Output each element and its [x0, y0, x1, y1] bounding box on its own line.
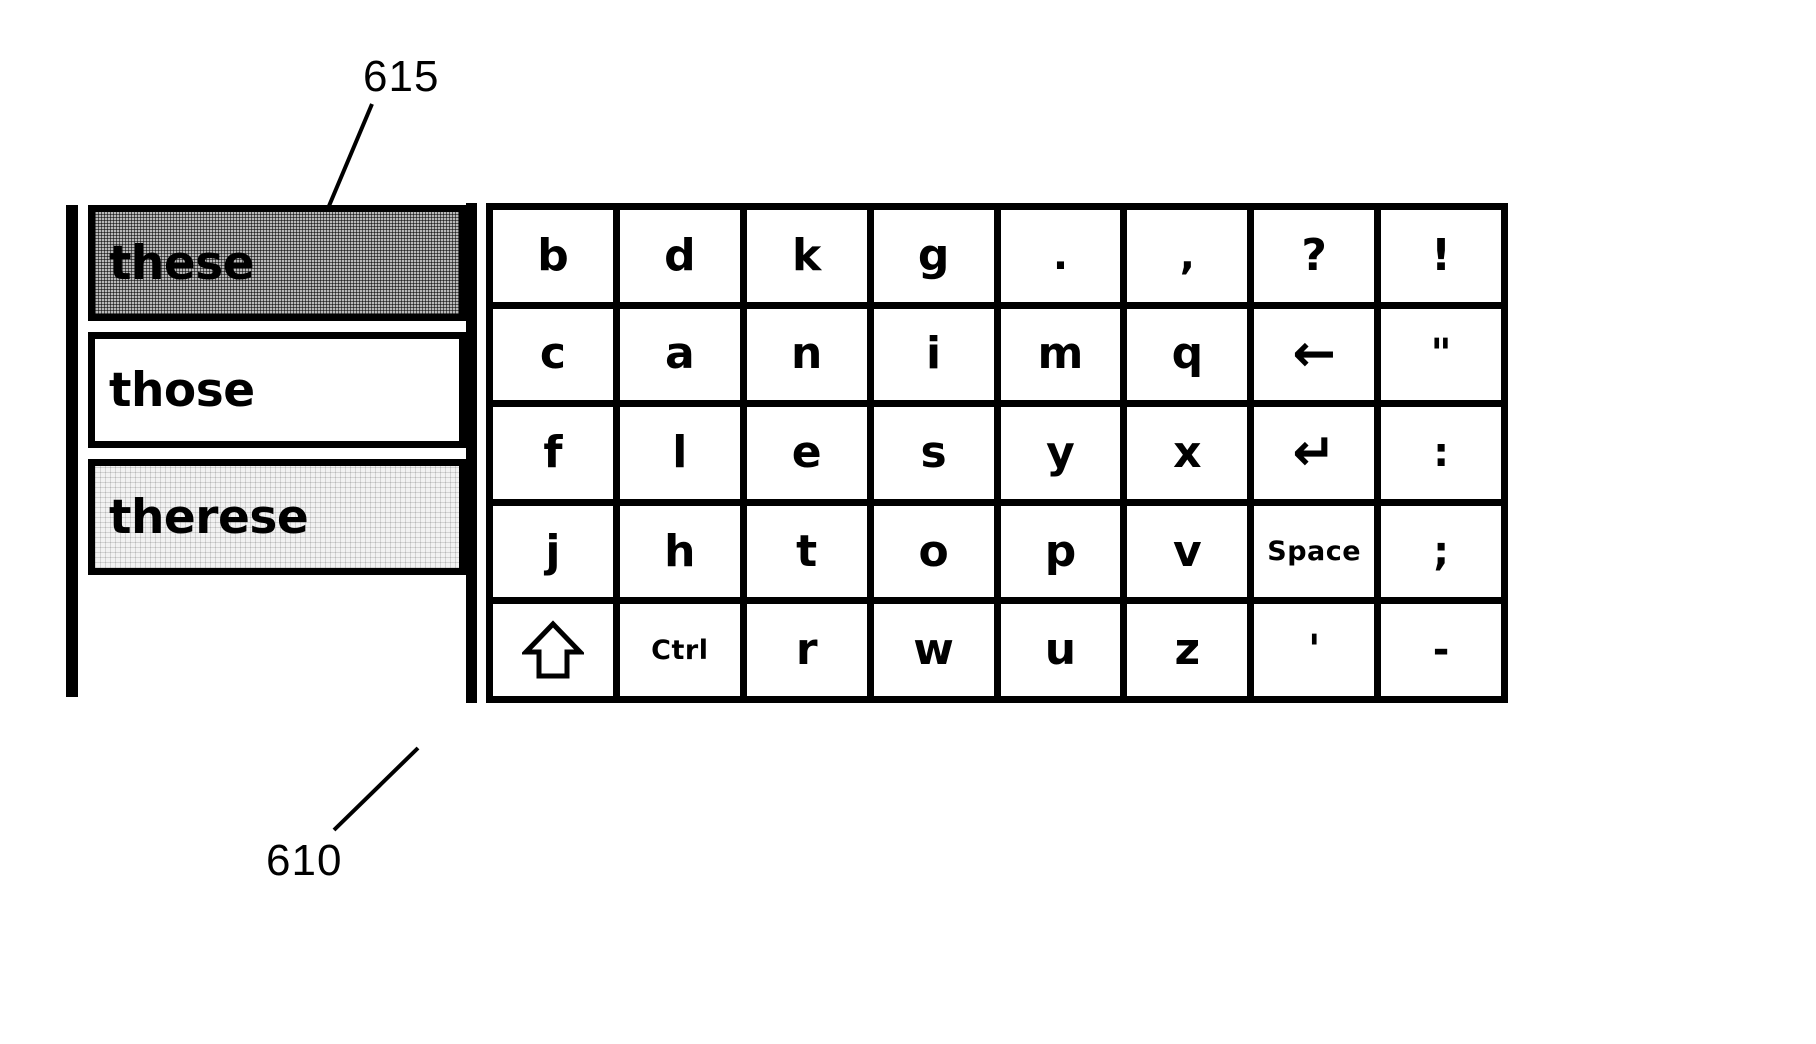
space-key[interactable]: Space: [1254, 505, 1382, 605]
key-period[interactable]: .: [1000, 210, 1128, 309]
figure-canvas: 615 610 these those therese b d k g . , …: [0, 0, 1816, 1044]
key-label: ;: [1433, 528, 1450, 575]
key-label: o: [918, 525, 949, 577]
key-label: x: [1173, 426, 1202, 478]
key-label: r: [795, 624, 818, 676]
key-label: ': [1308, 627, 1321, 674]
key-label: s: [920, 426, 947, 478]
suggestion-item-those[interactable]: those: [88, 332, 466, 448]
suggestion-item-label: those: [109, 362, 255, 418]
suggestion-item-therese[interactable]: therese: [88, 459, 466, 575]
key-label: ,: [1179, 232, 1195, 279]
control-key[interactable]: Ctrl: [619, 604, 747, 703]
key-w[interactable]: w: [873, 604, 1001, 703]
keyboard-left-rail: [466, 203, 477, 703]
shift-key[interactable]: [493, 604, 620, 703]
key-label: z: [1174, 624, 1201, 676]
key-label: Ctrl: [651, 634, 709, 666]
key-o[interactable]: o: [873, 505, 1001, 605]
reference-numeral-610: 610: [266, 836, 343, 885]
suggestion-panel-left-rail: [66, 205, 78, 697]
key-y[interactable]: y: [1000, 407, 1128, 506]
key-z[interactable]: z: [1127, 604, 1255, 703]
key-colon[interactable]: :: [1381, 407, 1508, 506]
key-label: b: [537, 229, 569, 281]
key-label: n: [791, 328, 823, 380]
enter-key[interactable]: ↵: [1254, 407, 1382, 506]
key-m[interactable]: m: [1000, 308, 1128, 408]
reference-numeral-615: 615: [363, 52, 440, 101]
key-label: ?: [1301, 229, 1327, 281]
backspace-key[interactable]: ←: [1254, 308, 1382, 408]
suggestion-item-label: therese: [109, 489, 309, 545]
key-r[interactable]: r: [746, 604, 874, 703]
key-j[interactable]: j: [493, 505, 620, 605]
key-i[interactable]: i: [873, 308, 1001, 408]
key-label: a: [664, 328, 695, 380]
key-label: j: [545, 525, 561, 577]
key-n[interactable]: n: [746, 308, 874, 408]
key-v[interactable]: v: [1127, 505, 1255, 605]
key-h[interactable]: h: [619, 505, 747, 605]
key-e[interactable]: e: [746, 407, 874, 506]
key-apostrophe[interactable]: ': [1254, 604, 1382, 703]
key-label: g: [917, 229, 950, 281]
suggestion-item-these[interactable]: these: [88, 205, 466, 321]
key-x[interactable]: x: [1127, 407, 1255, 506]
key-label: k: [792, 229, 822, 281]
key-a[interactable]: a: [619, 308, 747, 408]
key-exclamation[interactable]: !: [1381, 210, 1508, 309]
enter-return-icon: ↵: [1292, 422, 1336, 483]
key-u[interactable]: u: [1000, 604, 1128, 703]
key-label: i: [926, 328, 942, 380]
suggestion-list: these those therese: [88, 205, 466, 586]
key-label: h: [664, 525, 696, 577]
key-s[interactable]: s: [873, 407, 1001, 506]
key-semicolon[interactable]: ;: [1381, 505, 1508, 605]
key-label: e: [791, 426, 822, 478]
key-label: d: [664, 229, 696, 281]
key-label: Space: [1267, 536, 1362, 568]
key-q[interactable]: q: [1127, 308, 1255, 408]
key-grid: b d k g . , ? ! c a n i m q ← " f l e s …: [486, 203, 1508, 703]
key-label: .: [1052, 232, 1069, 279]
key-f[interactable]: f: [493, 407, 620, 506]
key-l[interactable]: l: [619, 407, 747, 506]
key-label: w: [913, 624, 954, 676]
key-label: y: [1046, 426, 1075, 478]
key-p[interactable]: p: [1000, 505, 1128, 605]
key-question[interactable]: ?: [1254, 210, 1382, 309]
key-t[interactable]: t: [746, 505, 874, 605]
key-label: u: [1044, 624, 1077, 676]
key-b[interactable]: b: [493, 210, 620, 309]
key-label: q: [1171, 328, 1204, 380]
virtual-keyboard: b d k g . , ? ! c a n i m q ← " f l e s …: [466, 203, 1508, 703]
key-label: l: [672, 426, 688, 478]
key-label: -: [1432, 627, 1450, 674]
key-k[interactable]: k: [746, 210, 874, 309]
key-d[interactable]: d: [619, 210, 747, 309]
key-label: v: [1172, 525, 1202, 577]
key-label: f: [543, 426, 563, 478]
key-label: c: [539, 328, 566, 380]
key-c[interactable]: c: [493, 308, 620, 408]
shift-up-arrow-icon: [521, 619, 584, 681]
key-label: p: [1044, 525, 1077, 577]
key-hyphen[interactable]: -: [1381, 604, 1508, 703]
key-label: m: [1037, 328, 1084, 380]
word-suggestion-panel: these those therese: [66, 205, 466, 697]
key-label: t: [796, 525, 818, 577]
key-comma[interactable]: ,: [1127, 210, 1255, 309]
suggestion-item-label: these: [109, 235, 255, 291]
key-g[interactable]: g: [873, 210, 1001, 309]
key-label: :: [1433, 429, 1450, 476]
key-quote[interactable]: ": [1381, 308, 1508, 408]
backspace-arrow-icon: ←: [1292, 324, 1336, 385]
key-label: !: [1431, 229, 1452, 281]
key-label: ": [1430, 331, 1452, 378]
